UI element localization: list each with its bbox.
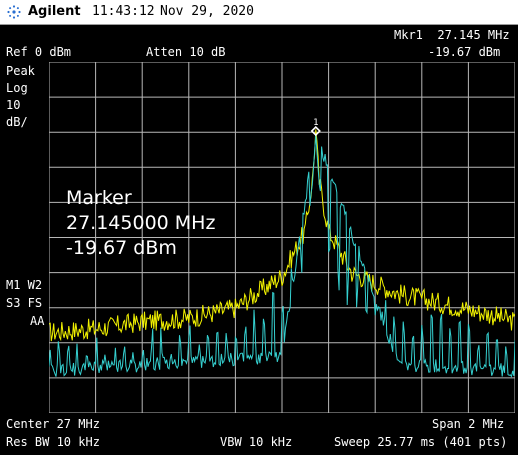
- detector-mode: Peak: [6, 64, 35, 78]
- frequency-span: Span 2 MHz: [432, 417, 505, 431]
- marker-number: 1: [313, 118, 318, 128]
- marker-readout-level: -19.67 dBm: [428, 45, 501, 59]
- video-bandwidth: VBW 10 kHz: [220, 435, 293, 449]
- scale-value: 10: [6, 98, 21, 112]
- marker-box-frequency: 27.145000 MHz: [66, 212, 216, 234]
- scale-unit: dB/: [6, 115, 28, 129]
- trace-m1-w2: M1 W2: [6, 278, 43, 292]
- marker-box-amplitude: -19.67 dBm: [66, 237, 177, 259]
- reference-level: Ref 0 dBm: [6, 45, 72, 59]
- agilent-logo-icon: [7, 5, 21, 19]
- scale-type: Log: [6, 81, 28, 95]
- marker-readout-frequency: Mkr1 27.145 MHz: [394, 28, 510, 42]
- clock-time: 11:43:12: [92, 4, 155, 19]
- brand-name: Agilent: [28, 4, 81, 19]
- sweep-time: Sweep 25.77 ms (401 pts): [334, 435, 508, 449]
- resolution-bandwidth: Res BW 10 kHz: [6, 435, 100, 449]
- trace-s3-fs: S3 FS: [6, 296, 43, 310]
- analyzer-screen: Agilent 11:43:12 Nov 29, 2020 Mkr1 27.14…: [0, 0, 518, 455]
- title-bar: Agilent 11:43:12 Nov 29, 2020: [0, 0, 518, 25]
- marker-box-title: Marker: [66, 187, 132, 209]
- clock-date: Nov 29, 2020: [160, 4, 254, 19]
- attenuation: Atten 10 dB: [146, 45, 226, 59]
- trace-aa: AA: [30, 314, 45, 328]
- center-frequency: Center 27 MHz: [6, 417, 100, 431]
